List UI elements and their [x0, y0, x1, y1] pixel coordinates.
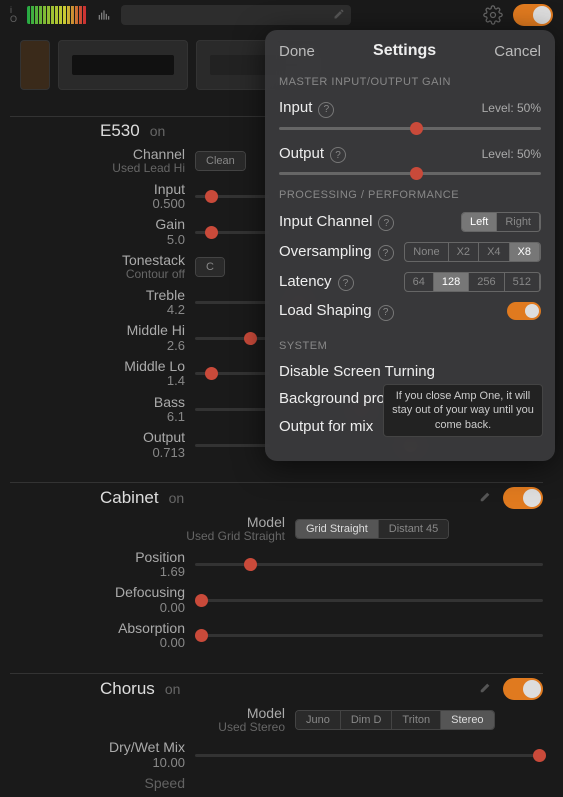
absorption-slider[interactable]: [195, 634, 543, 637]
drywet-slider[interactable]: [195, 754, 543, 757]
section-title: Chorus: [100, 679, 155, 699]
amp-thumb[interactable]: [20, 40, 50, 90]
param-label: Gain 5.0: [10, 217, 185, 247]
param-label: Treble 4.2: [10, 288, 185, 318]
master-toggle[interactable]: [513, 4, 553, 26]
model-label: Model Used Stereo: [10, 706, 285, 735]
param-label: Middle Lo 1.4: [10, 359, 185, 389]
section-chorus: Chorus on Model Used Stereo Juno Dim D T…: [0, 657, 563, 797]
input-channel-select[interactable]: Left Right: [461, 212, 541, 232]
param-label: Input 0.500: [10, 182, 185, 212]
section-cabinet: Cabinet on Model Used Grid Straight Grid…: [0, 466, 563, 657]
tuner-icon[interactable]: [97, 8, 111, 22]
pencil-icon[interactable]: [479, 680, 493, 697]
help-icon[interactable]: ?: [318, 102, 334, 118]
section-label: PROCESSING / PERFORMANCE: [279, 189, 541, 201]
settings-input-slider[interactable]: [279, 127, 541, 130]
chorus-toggle[interactable]: [503, 678, 543, 700]
defocusing-slider[interactable]: [195, 599, 543, 602]
tooltip: If you close Amp One, it will stay out o…: [383, 384, 543, 437]
amp-thumb[interactable]: [58, 40, 188, 90]
param-label: Dry/Wet Mix 10.00: [10, 740, 185, 770]
io-label-o: O: [10, 15, 17, 24]
settings-output-slider[interactable]: [279, 172, 541, 175]
param-label: Middle Hi 2.6: [10, 323, 185, 353]
search-input[interactable]: [121, 5, 351, 25]
section-title: E530: [100, 121, 140, 141]
cancel-button[interactable]: Cancel: [494, 43, 541, 60]
input-channel-label: Input Channel?: [279, 213, 394, 232]
section-title: Cabinet: [100, 488, 159, 508]
io-meter: [27, 6, 87, 24]
output-level: Level: 50%: [482, 147, 541, 161]
chorus-model-select[interactable]: Juno Dim D Triton Stereo: [295, 710, 495, 730]
param-label: Bass 6.1: [10, 395, 185, 425]
on-label: on: [150, 123, 166, 139]
gear-icon[interactable]: [483, 5, 503, 25]
done-button[interactable]: Done: [279, 43, 315, 60]
channel-label: Channel Used Lead Hi: [10, 147, 185, 176]
popover-title: Settings: [373, 42, 436, 60]
on-label: on: [165, 681, 181, 697]
help-icon[interactable]: ?: [338, 275, 354, 291]
param-label: Absorption 0.00: [10, 621, 185, 651]
param-label: Defocusing 0.00: [10, 585, 185, 615]
cabinet-toggle[interactable]: [503, 487, 543, 509]
pencil-icon[interactable]: [333, 8, 345, 23]
section-label: MASTER INPUT/OUTPUT GAIN: [279, 76, 541, 88]
position-slider[interactable]: [195, 563, 543, 566]
tonestack-label: Tonestack Contour off: [10, 253, 185, 282]
help-icon[interactable]: ?: [378, 245, 394, 261]
input-label: Input?: [279, 99, 334, 118]
help-icon[interactable]: ?: [330, 147, 346, 163]
help-icon[interactable]: ?: [378, 215, 394, 231]
topbar: i O: [0, 0, 563, 30]
on-label: on: [169, 490, 185, 506]
load-shaping-toggle[interactable]: [507, 302, 541, 320]
latency-label: Latency?: [279, 273, 354, 292]
help-icon[interactable]: ?: [378, 305, 394, 321]
output-mix-label: Output for mix: [279, 418, 373, 435]
input-level: Level: 50%: [482, 101, 541, 115]
cabinet-model-select[interactable]: Grid Straight Distant 45: [295, 519, 449, 539]
param-label: Output 0.713: [10, 430, 185, 460]
latency-select[interactable]: 64 128 256 512: [404, 272, 541, 292]
disable-screen-label: Disable Screen Turning: [279, 363, 435, 380]
oversampling-label: Oversampling?: [279, 243, 394, 262]
output-label: Output?: [279, 145, 346, 164]
pencil-icon[interactable]: [479, 489, 493, 506]
model-label: Model Used Grid Straight: [10, 515, 285, 544]
section-label: SYSTEM: [279, 340, 541, 352]
param-label: Position 1.69: [10, 550, 185, 580]
io-labels: i O: [10, 6, 17, 24]
channel-select[interactable]: Clean: [195, 151, 246, 171]
load-shaping-label: Load Shaping?: [279, 302, 394, 321]
tonestack-select[interactable]: C: [195, 257, 225, 277]
param-label: Speed: [10, 776, 185, 791]
oversampling-select[interactable]: None X2 X4 X8: [404, 242, 541, 262]
